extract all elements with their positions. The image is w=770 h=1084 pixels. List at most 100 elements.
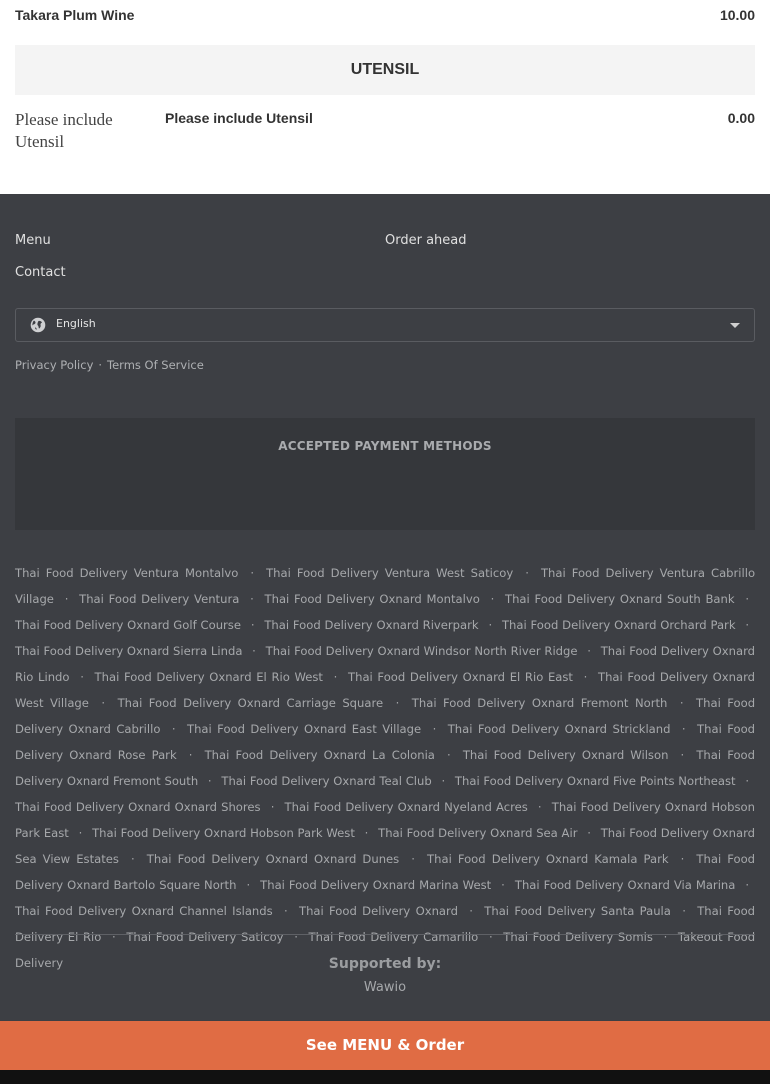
seo-link-separator: · [246, 878, 251, 892]
seo-link-separator: · [284, 904, 288, 918]
privacy-policy-link[interactable]: Privacy Policy [15, 358, 93, 372]
seo-link-separator: · [364, 826, 369, 840]
seo-link[interactable]: Thai Food Delivery Oxnard Marina West [260, 878, 491, 892]
seo-link-separator: · [488, 618, 493, 632]
seo-link-separator: · [587, 644, 591, 658]
seo-link[interactable]: Thai Food Delivery Oxnard Channel Island… [15, 904, 273, 918]
provider-link[interactable]: Wawio [0, 980, 770, 995]
seo-link-separator: · [490, 592, 495, 606]
seo-link[interactable]: Thai Food Delivery Oxnard Via Marina [515, 878, 736, 892]
seo-link-separator: · [252, 644, 256, 658]
seo-link[interactable]: Thai Food Delivery Oxnard Montalvo [265, 592, 480, 606]
seo-link[interactable]: Thai Food Delivery Saticoy [126, 930, 283, 944]
seo-link[interactable]: Thai Food Delivery Oxnard Golf Course [15, 618, 241, 632]
seo-link-separator: · [680, 852, 685, 866]
seo-link[interactable]: Thai Food Delivery Oxnard Hobson Park We… [92, 826, 355, 840]
seo-link-separator: · [441, 774, 446, 788]
payment-methods-title: ACCEPTED PAYMENT METHODS [278, 439, 492, 453]
menu-item-name: Takara Plum Wine [15, 7, 135, 23]
seo-link[interactable]: Thai Food Delivery Oxnard East Village [187, 722, 421, 736]
language-select[interactable]: English [15, 308, 755, 342]
seo-link-separator: · [101, 696, 106, 710]
menu-item-price-utensil: 0.00 [727, 110, 755, 126]
site-footer: Menu Order ahead Contact English Privacy… [0, 194, 770, 1021]
seo-link-separator: · [64, 592, 69, 606]
seo-link[interactable]: Thai Food Delivery Oxnard Wilson [463, 748, 669, 762]
seo-link-separator: · [395, 696, 400, 710]
seo-link-separator: · [294, 930, 298, 944]
seo-link[interactable]: Thai Food Delivery Somis [503, 930, 653, 944]
menu-content: Takara Plum Wine 10.00 UTENSIL Please in… [0, 0, 770, 194]
seo-link[interactable]: Thai Food Delivery Oxnard Carriage Squar… [118, 696, 384, 710]
seo-link-separator: · [663, 930, 668, 944]
seo-link-separator: · [207, 774, 212, 788]
seo-link[interactable]: Thai Food Delivery Oxnard Strickland [448, 722, 671, 736]
seo-link[interactable]: Thai Food Delivery Oxnard Riverpark [264, 618, 478, 632]
seo-link-separator: · [537, 800, 542, 814]
seo-link-separator: · [745, 774, 749, 788]
menu-item-row[interactable]: Takara Plum Wine 10.00 [15, 7, 755, 23]
seo-link-separator: · [680, 748, 685, 762]
footer-link-contact[interactable]: Contact [15, 265, 66, 280]
seo-link-separator: · [679, 696, 684, 710]
terms-of-service-link[interactable]: Terms Of Service [107, 358, 204, 372]
seo-link-separator: · [250, 618, 255, 632]
legal-links: Privacy Policy · Terms Of Service [15, 358, 204, 372]
seo-link[interactable]: Thai Food Delivery Oxnard Sea Air [378, 826, 577, 840]
seo-link[interactable]: Thai Food Delivery Oxnard Windsor North … [266, 644, 578, 658]
seo-link[interactable]: Thai Food Delivery Ventura Montalvo [15, 566, 238, 580]
seo-link-separator: · [80, 670, 84, 684]
seo-link[interactable]: Thai Food Delivery Oxnard Orchard Park [502, 618, 736, 632]
seo-link-separator: · [112, 930, 116, 944]
seo-link[interactable]: Thai Food Delivery Oxnard Oxnard Dunes [147, 852, 399, 866]
seo-links-list: Thai Food Delivery Ventura Montalvo · Th… [15, 560, 755, 976]
seo-link-separator: · [447, 748, 451, 762]
seo-link-separator: · [78, 826, 83, 840]
seo-link[interactable]: Thai Food Delivery Oxnard Sierra Linda [15, 644, 242, 658]
seo-link-separator: · [333, 670, 338, 684]
seo-link[interactable]: Thai Food Delivery Oxnard Fremont North [412, 696, 668, 710]
legal-separator: · [98, 358, 103, 372]
language-select-value: English [56, 317, 96, 330]
payment-methods-panel: ACCEPTED PAYMENT METHODS [15, 418, 755, 530]
seo-link[interactable]: Thai Food Delivery Oxnard South Bank [505, 592, 735, 606]
seo-link-separator: · [525, 566, 529, 580]
seo-link-separator: · [411, 852, 415, 866]
footer-link-order-ahead[interactable]: Order ahead [385, 233, 467, 248]
seo-link[interactable]: Thai Food Delivery Oxnard Kamala Park [427, 852, 669, 866]
seo-link-separator: · [583, 670, 588, 684]
seo-link-separator: · [188, 748, 193, 762]
seo-link-separator: · [488, 930, 493, 944]
seo-link[interactable]: Thai Food Delivery Oxnard Teal Club [221, 774, 431, 788]
seo-link-separator: · [745, 878, 750, 892]
footer-divider [15, 934, 755, 935]
utensil-image-placeholder: Please include Utensil [15, 110, 113, 151]
globe-icon [30, 317, 46, 333]
seo-link-separator: · [250, 566, 255, 580]
seo-link[interactable]: Thai Food Delivery Camarillo [309, 930, 479, 944]
seo-link[interactable]: Thai Food Delivery Oxnard La Colonia [205, 748, 435, 762]
seo-link-separator: · [587, 826, 591, 840]
seo-link[interactable]: Thai Food Delivery Oxnard Oxnard Shores [15, 800, 261, 814]
footer-link-menu[interactable]: Menu [15, 233, 51, 248]
menu-item-name-utensil[interactable]: Please include Utensil [165, 110, 313, 126]
seo-link[interactable]: Thai Food Delivery Oxnard Nyeland Acres [285, 800, 528, 814]
seo-link-separator: · [745, 618, 750, 632]
seo-link[interactable]: Thai Food Delivery Oxnard El Rio West [95, 670, 323, 684]
bottom-bar [0, 1070, 770, 1084]
seo-link[interactable]: Thai Food Delivery Oxnard Five Points No… [455, 774, 736, 788]
seo-link[interactable]: Thai Food Delivery Ventura [79, 592, 239, 606]
see-menu-order-button[interactable]: See MENU & Order [0, 1021, 770, 1070]
seo-link[interactable]: Thai Food Delivery Oxnard [299, 904, 458, 918]
seo-link-separator: · [250, 592, 254, 606]
seo-link-separator: · [681, 722, 686, 736]
menu-item-price: 10.00 [719, 7, 755, 23]
seo-link-separator: · [432, 722, 437, 736]
seo-link-separator: · [469, 904, 473, 918]
seo-link[interactable]: Thai Food Delivery Ventura West Saticoy [266, 566, 513, 580]
seo-link[interactable]: Thai Food Delivery Santa Paula [484, 904, 671, 918]
seo-link[interactable]: Thai Food Delivery Oxnard El Rio East [348, 670, 573, 684]
supported-by-label: Supported by: [328, 956, 442, 972]
seo-link-separator: · [270, 800, 275, 814]
chevron-down-icon [730, 323, 740, 328]
